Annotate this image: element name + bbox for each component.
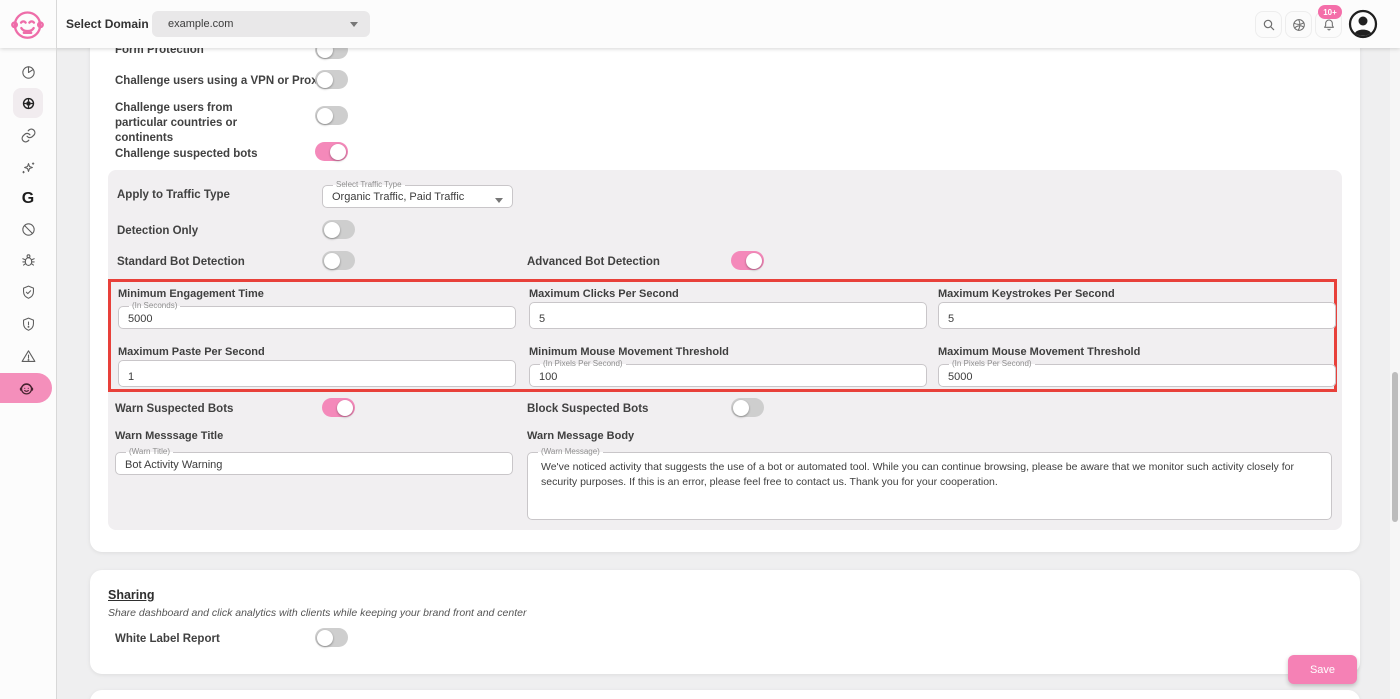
detection-only-label: Detection Only (117, 224, 198, 239)
warn-body-field: (Warn Message) We've noticed activity th… (527, 448, 1332, 520)
countries-toggle[interactable] (315, 106, 348, 125)
sidebar-item-bot-settings-active[interactable] (0, 373, 52, 403)
globe-icon (1291, 17, 1307, 33)
warn-title-input[interactable] (115, 448, 513, 475)
standard-bot-toggle[interactable] (322, 251, 355, 270)
domain-select-value: example.com (168, 18, 350, 30)
sharing-subtitle: Share dashboard and click analytics with… (108, 607, 527, 619)
sidebar-item-google[interactable]: G (0, 184, 56, 214)
sidebar-item-dashboard[interactable] (0, 57, 56, 87)
max-clicks-field (529, 302, 927, 329)
suspected-bots-label: Challenge suspected bots (115, 147, 258, 162)
scrollbar-thumb[interactable] (1392, 372, 1398, 522)
apply-traffic-label: Apply to Traffic Type (117, 188, 230, 203)
search-button[interactable] (1255, 11, 1282, 38)
sidebar-item-blocking[interactable] (0, 214, 56, 244)
detection-only-toggle[interactable] (322, 220, 355, 239)
bot-protection-card: Form Protection Challenge users using a … (90, 28, 1360, 552)
max-mouse-field: (In Pixels Per Second) (938, 360, 1336, 387)
warn-suspected-toggle[interactable] (322, 398, 355, 417)
min-mouse-input[interactable] (529, 360, 927, 387)
app-logo-icon[interactable] (9, 6, 46, 43)
account-icon (1348, 9, 1378, 39)
warn-suspected-label: Warn Suspected Bots (115, 402, 233, 417)
vpn-proxy-label: Challenge users using a VPN or Proxy (115, 74, 324, 89)
min-engagement-label: Minimum Engagement Time (118, 288, 264, 300)
min-engagement-field: (In Seconds) (118, 302, 516, 329)
max-paste-input[interactable] (118, 360, 516, 387)
block-icon (20, 221, 37, 238)
warn-body-label: Warn Message Body (527, 430, 634, 442)
max-keystrokes-label: Maximum Keystrokes Per Second (938, 288, 1115, 300)
sidebar-item-magic[interactable] (0, 152, 56, 182)
vpn-proxy-toggle[interactable] (315, 70, 348, 89)
sidebar-item-bots[interactable] (0, 245, 56, 275)
max-clicks-input[interactable] (529, 302, 927, 329)
min-mouse-field: (In Pixels Per Second) (529, 360, 927, 387)
max-keystrokes-field (938, 302, 1336, 329)
chevron-down-icon (350, 22, 358, 27)
domain-select[interactable]: example.com (152, 11, 370, 37)
max-paste-field (118, 360, 516, 387)
thresholds-highlight-box: Minimum Engagement Time (In Seconds) Max… (108, 279, 1337, 392)
warn-body-textarea[interactable]: We've noticed activity that suggests the… (527, 448, 1332, 520)
sharing-card: Sharing Share dashboard and click analyt… (90, 570, 1360, 674)
chevron-down-icon (495, 198, 503, 203)
shield-check-icon (20, 284, 37, 301)
globe-button[interactable] (1285, 11, 1312, 38)
notification-badge: 10+ (1318, 5, 1342, 19)
max-mouse-label: Maximum Mouse Movement Threshold (938, 346, 1140, 358)
white-label-toggle[interactable] (315, 628, 348, 647)
warn-title-label: Warn Messsage Title (115, 430, 223, 442)
magic-cursor-icon (20, 159, 37, 176)
bot-face-icon (17, 379, 36, 398)
search-icon (1261, 17, 1277, 33)
google-g-icon: G (22, 190, 34, 208)
sharing-title: Sharing (108, 588, 155, 602)
advanced-bot-label: Advanced Bot Detection (527, 255, 660, 270)
next-section-card (90, 690, 1360, 699)
donut-chart-icon (20, 95, 37, 112)
min-engagement-input[interactable] (118, 302, 516, 329)
warn-title-field: (Warn Title) (115, 448, 513, 475)
suspected-bots-toggle[interactable] (315, 142, 348, 161)
sidebar-divider (56, 0, 57, 699)
link-icon (20, 127, 37, 144)
sidebar-item-security[interactable] (0, 309, 56, 339)
standard-bot-label: Standard Bot Detection (117, 255, 245, 270)
countries-label: Challenge users from particular countrie… (115, 101, 287, 146)
bot-detection-panel: Apply to Traffic Type Select Traffic Typ… (108, 170, 1342, 530)
warning-triangle-icon (20, 348, 37, 365)
advanced-bot-toggle[interactable] (731, 251, 764, 270)
save-button[interactable]: Save (1288, 655, 1357, 684)
shield-alert-icon (20, 316, 37, 333)
app-root: Form Protection Challenge users using a … (0, 0, 1400, 699)
max-mouse-input[interactable] (938, 360, 1336, 387)
topbar: Select Domain example.com 10+ (0, 0, 1400, 48)
sidebar: G (0, 48, 56, 699)
max-keystrokes-input[interactable] (938, 302, 1336, 329)
bot-icon (20, 252, 37, 269)
sidebar-item-alerts[interactable] (0, 341, 56, 371)
max-clicks-label: Maximum Clicks Per Second (529, 288, 679, 300)
sidebar-item-protection[interactable] (0, 277, 56, 307)
block-suspected-label: Block Suspected Bots (527, 402, 648, 417)
pie-chart-icon (20, 64, 37, 81)
min-mouse-label: Minimum Mouse Movement Threshold (529, 346, 729, 358)
traffic-type-select[interactable]: Select Traffic Type Organic Traffic, Pai… (322, 181, 513, 208)
sidebar-item-analytics[interactable] (0, 88, 56, 118)
block-suspected-toggle[interactable] (731, 398, 764, 417)
account-button[interactable] (1348, 9, 1378, 39)
traffic-type-select-value: Organic Traffic, Paid Traffic (332, 191, 464, 203)
max-paste-label: Maximum Paste Per Second (118, 346, 265, 358)
select-domain-label: Select Domain (66, 17, 149, 31)
sidebar-item-links[interactable] (0, 120, 56, 150)
white-label-label: White Label Report (115, 632, 220, 647)
